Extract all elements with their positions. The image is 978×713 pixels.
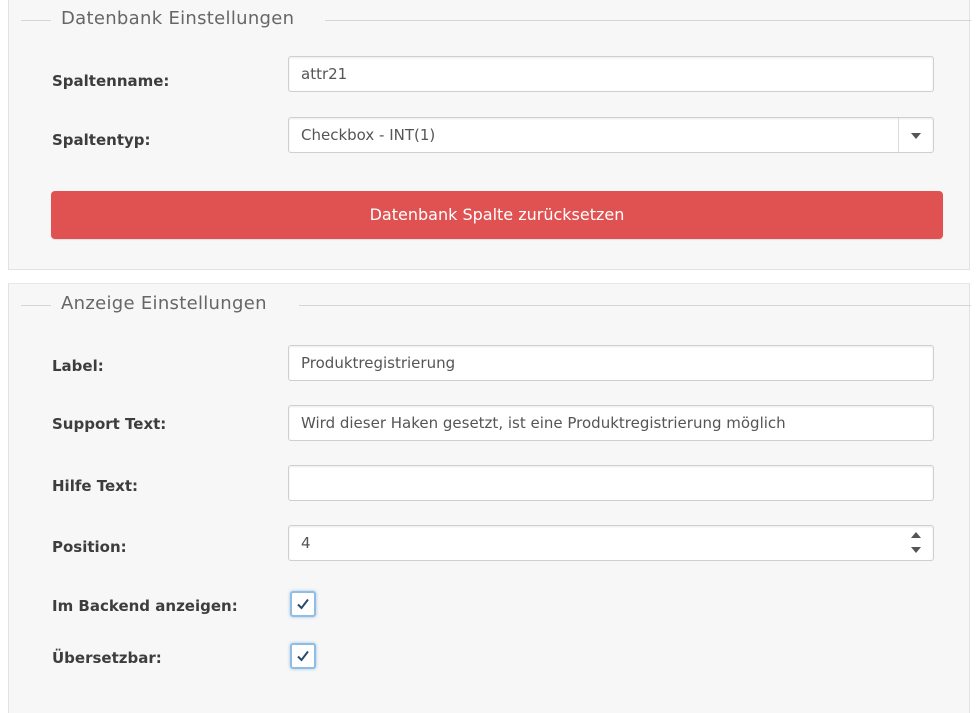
checkmark-icon: [297, 650, 309, 662]
position-value: 4: [301, 534, 311, 552]
position-label: Position:: [52, 538, 127, 556]
legend-rule-left: [21, 20, 51, 21]
translatable-label: Übersetzbar:: [52, 649, 162, 667]
column-type-label: Spaltentyp:: [52, 131, 151, 149]
label-field-label: Label:: [52, 357, 104, 375]
legend-rule-right: [325, 20, 971, 21]
chevron-down-icon[interactable]: [898, 118, 933, 152]
position-number-input[interactable]: 4: [288, 525, 934, 561]
column-name-input[interactable]: attr21: [288, 56, 934, 92]
decrement-arrow-icon[interactable]: [899, 543, 933, 560]
display-settings-legend: Anzeige Einstellungen: [51, 293, 277, 314]
increment-arrow-icon[interactable]: [899, 526, 933, 543]
translatable-checkbox[interactable]: [290, 643, 316, 669]
label-input[interactable]: Produktregistrierung: [288, 345, 934, 381]
column-name-label: Spaltenname:: [52, 72, 170, 90]
help-text-label: Hilfe Text:: [52, 477, 139, 495]
position-spinner[interactable]: [899, 526, 933, 560]
legend-rule-left: [21, 305, 51, 306]
help-text-input[interactable]: [288, 465, 934, 501]
show-in-backend-label: Im Backend anzeigen:: [52, 597, 238, 615]
legend-rule-right: [299, 305, 971, 306]
db-settings-legend: Datenbank Einstellungen: [51, 8, 305, 29]
show-in-backend-checkbox[interactable]: [290, 591, 316, 617]
column-type-select[interactable]: Checkbox - INT(1): [288, 117, 934, 153]
checkmark-icon: [297, 598, 309, 610]
support-text-label: Support Text:: [52, 415, 167, 433]
reset-column-button[interactable]: Datenbank Spalte zurücksetzen: [51, 191, 943, 239]
support-text-input[interactable]: Wird dieser Haken gesetzt, ist eine Prod…: [288, 405, 934, 441]
column-type-selected-value: Checkbox - INT(1): [301, 126, 436, 144]
